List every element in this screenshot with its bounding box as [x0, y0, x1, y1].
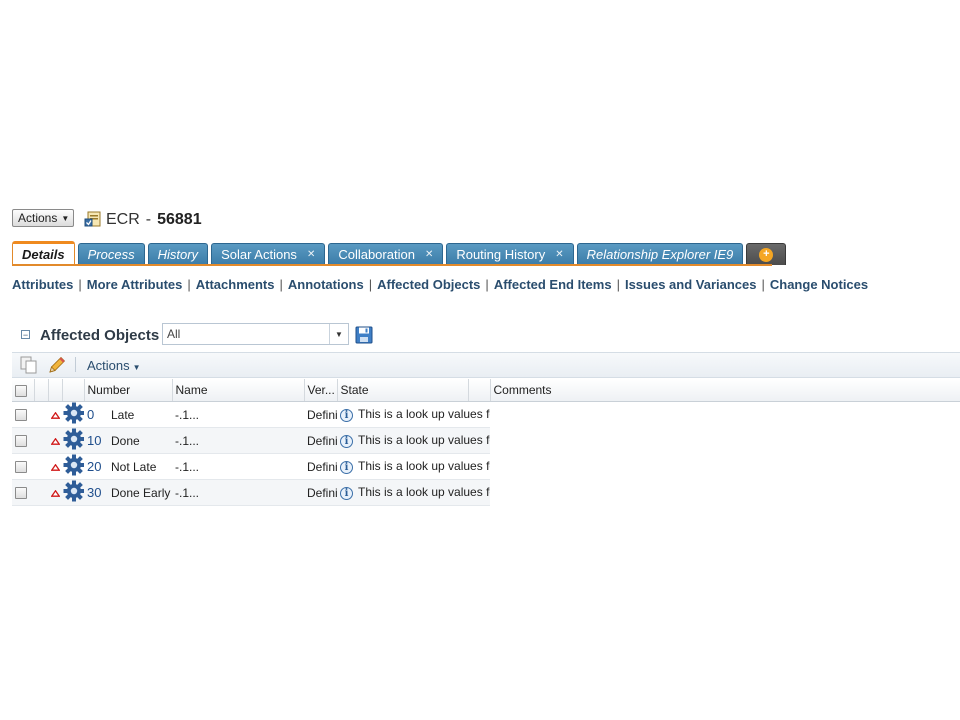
row-checkbox[interactable]: [15, 487, 27, 500]
part-version: -.1...: [172, 479, 304, 506]
object-number: 56881: [157, 211, 202, 228]
table-row[interactable]: 0 Late-.1...Definition Completei This is a…: [12, 401, 960, 428]
part-state: Definition Complete: [304, 453, 337, 480]
object-type: ECR: [106, 211, 140, 228]
plus-icon: +: [759, 247, 774, 262]
part-comment: This is a look up values for our status …: [358, 459, 490, 474]
column-header-number[interactable]: Number: [84, 379, 173, 402]
part-number-link[interactable]: 30: [87, 485, 101, 500]
subnav-affected-end-items[interactable]: Affected End Items: [494, 277, 612, 292]
tab-bar: Details Process History Solar Actions ✕ C…: [12, 241, 789, 265]
part-name: Late: [108, 401, 172, 428]
tab-routing-history[interactable]: Routing History ✕: [446, 243, 574, 265]
view-filter-select[interactable]: All ▼: [162, 323, 349, 345]
part-gear-icon: [63, 480, 84, 502]
select-all-cell: [12, 379, 35, 402]
part-number-link[interactable]: 20: [87, 459, 101, 474]
part-state: Definition Complete: [304, 479, 337, 506]
part-comment: This is a look up values for our status …: [358, 407, 490, 422]
table-body: 0Late-.1...Definition CompleteiThis is a…: [12, 401, 960, 506]
tab-process[interactable]: Process: [77, 243, 145, 265]
warning-triangle-icon: [49, 411, 61, 419]
subnav-issues-and-variances[interactable]: Issues and Variances: [625, 277, 757, 292]
actions-dropdown-button[interactable]: Actions ▼: [12, 209, 74, 227]
info-icon[interactable]: i: [340, 434, 353, 448]
info-icon[interactable]: i: [340, 486, 353, 500]
table-toolbar: [12, 352, 960, 378]
pencil-icon[interactable]: [47, 355, 67, 375]
part-comment: This is a look up values for our status …: [358, 433, 490, 448]
warning-triangle-icon: [49, 463, 61, 471]
column-header-comments[interactable]: Comments: [490, 379, 960, 402]
table-row[interactable]: 10 Done-.1...Definition Completei This is …: [12, 427, 960, 454]
page-title: ECR -56881: [106, 211, 202, 229]
info-icon[interactable]: i: [340, 460, 353, 474]
filter-value: All: [167, 327, 181, 341]
part-state: Definition Complete: [304, 427, 337, 454]
subnav-annotations[interactable]: Annotations: [288, 277, 364, 292]
tab-relationship-explorer[interactable]: Relationship Explorer IE9: [576, 243, 744, 265]
subnav-change-notices[interactable]: Change Notices: [770, 277, 868, 292]
part-name: Not Late: [108, 453, 172, 480]
part-gear-icon: [63, 402, 84, 424]
copy-icon[interactable]: [20, 356, 38, 374]
title-separator: -: [145, 211, 152, 228]
chevron-down-icon: ▼: [132, 363, 141, 372]
subnav-affected-objects[interactable]: Affected Objects: [377, 277, 480, 292]
change-request-icon: [84, 211, 101, 227]
table-actions-menu[interactable]: Actions ▼: [87, 358, 141, 373]
table-header-row: Number Name Ver... State Comments: [12, 379, 960, 402]
affected-objects-table: Number Name Ver... State Comments 0 Late -…: [12, 379, 960, 506]
part-number-link[interactable]: 10: [87, 433, 101, 448]
part-gear-icon: [63, 454, 84, 476]
save-icon[interactable]: [355, 326, 373, 344]
tab-history[interactable]: History: [147, 243, 209, 265]
close-icon[interactable]: ✕: [425, 249, 433, 260]
subnav-attachments[interactable]: Attachments: [196, 277, 275, 292]
row-checkbox[interactable]: [15, 409, 27, 422]
collapse-icon[interactable]: −: [21, 330, 30, 340]
chevron-down-icon[interactable]: ▼: [329, 324, 348, 344]
part-state: Definition Complete: [304, 401, 337, 428]
select-all-checkbox[interactable]: [15, 384, 27, 397]
subnav-more-attributes[interactable]: More Attributes: [87, 277, 183, 292]
tab-underline: [12, 264, 772, 266]
add-tab-button[interactable]: +: [746, 243, 787, 265]
part-name: Done: [108, 427, 172, 454]
part-gear-icon: [63, 428, 84, 450]
column-header-version[interactable]: Ver...: [304, 379, 338, 402]
toolbar-divider: [75, 357, 76, 372]
tab-solar-actions[interactable]: Solar Actions ✕: [211, 243, 326, 265]
warning-triangle-icon: [49, 489, 61, 497]
part-version: -.1...: [172, 427, 304, 454]
subnav-attributes[interactable]: Attributes: [12, 277, 73, 292]
sub-navigation: Attributes | More Attributes | Attachments…: [12, 277, 869, 292]
part-number-link[interactable]: 0: [87, 407, 94, 422]
column-header-name[interactable]: Name: [172, 379, 305, 402]
row-checkbox[interactable]: [15, 435, 27, 448]
warning-triangle-icon: [49, 437, 61, 445]
row-checkbox[interactable]: [15, 461, 27, 474]
info-icon[interactable]: i: [340, 408, 353, 422]
tab-details[interactable]: Details: [12, 241, 75, 265]
section-title: Affected Objects: [40, 327, 160, 344]
part-version: -.1...: [172, 453, 304, 480]
chevron-down-icon: ▼: [61, 213, 70, 223]
actions-label: Actions: [18, 211, 58, 225]
part-comment: This is a look up values for our status …: [358, 485, 490, 500]
table-row[interactable]: 30 Done Early-.1...Definition Completei Th…: [12, 479, 960, 506]
column-header-state[interactable]: State: [337, 379, 469, 402]
tab-collaboration[interactable]: Collaboration ✕: [328, 243, 444, 265]
close-icon[interactable]: ✕: [307, 249, 315, 260]
close-icon[interactable]: ✕: [555, 249, 563, 260]
part-version: -.1...: [172, 401, 304, 428]
table-row[interactable]: 20 Not Late-.1...Definition Completei This…: [12, 453, 960, 480]
table-actions-label: Actions: [87, 358, 130, 373]
part-name: Done Early: [108, 479, 172, 506]
